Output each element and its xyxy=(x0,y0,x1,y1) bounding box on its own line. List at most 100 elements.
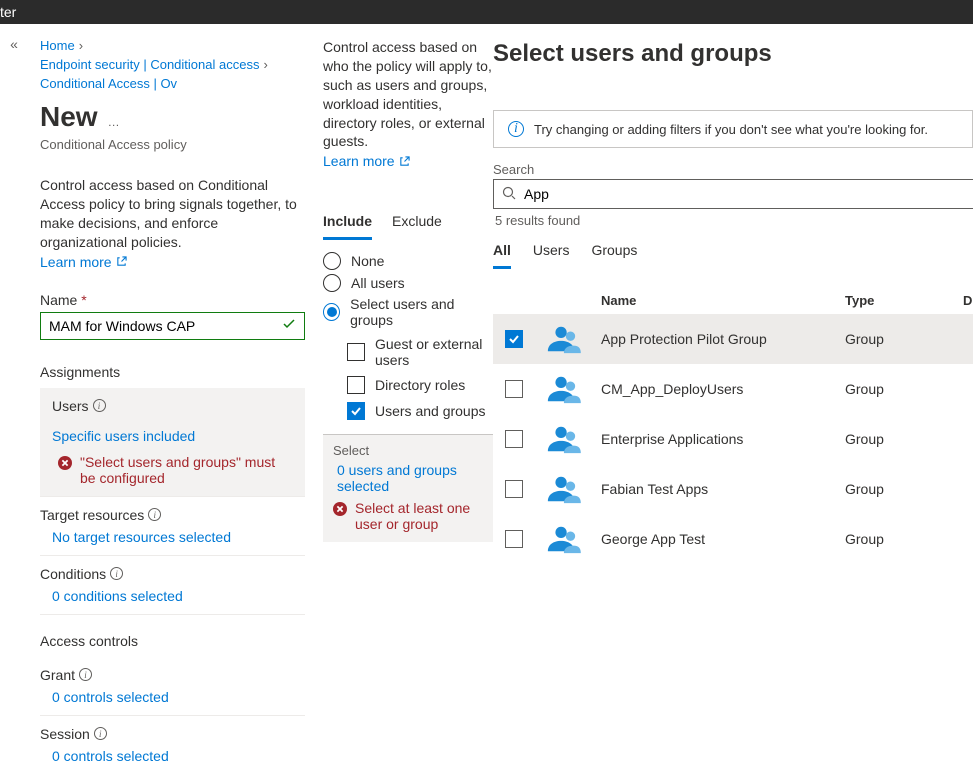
policy-name-input[interactable] xyxy=(49,318,274,334)
intro-text: Control access based on Conditional Acce… xyxy=(40,176,305,252)
app-topbar: ter xyxy=(0,0,973,24)
checkbox-icon-checked xyxy=(347,402,365,420)
name-input-wrapper[interactable] xyxy=(40,312,305,340)
row-checkbox[interactable] xyxy=(505,480,523,498)
filter-tab-groups[interactable]: Groups xyxy=(591,238,637,269)
conditions-label: Conditions xyxy=(40,566,106,582)
users-config-panel: Control access based on who the policy w… xyxy=(323,24,493,738)
group-icon xyxy=(543,523,581,555)
info-icon[interactable]: i xyxy=(94,727,107,740)
selected-users-link[interactable]: 0 users and groups selected xyxy=(333,462,483,494)
col-last[interactable]: D xyxy=(963,293,973,308)
table-row[interactable]: George App TestGroup xyxy=(493,514,973,564)
check-users-groups[interactable]: Users and groups xyxy=(323,402,493,420)
external-link-icon xyxy=(116,256,127,267)
col-name[interactable]: Name xyxy=(601,293,845,308)
panel-title: Select users and groups xyxy=(493,40,973,68)
row-name: CM_App_DeployUsers xyxy=(601,381,845,397)
group-icon xyxy=(543,423,581,455)
info-icon[interactable]: i xyxy=(79,668,92,681)
info-icon[interactable]: i xyxy=(110,567,123,580)
users-error: "Select users and groups" must be config… xyxy=(52,448,293,486)
breadcrumb-conditional-access[interactable]: Conditional Access | Ov xyxy=(40,76,177,91)
table-row[interactable]: App Protection Pilot GroupGroup xyxy=(493,314,973,364)
topbar-title-fragment: ter xyxy=(0,4,16,20)
page-title: New xyxy=(40,101,98,133)
include-exclude-tabs: Include Exclude xyxy=(323,209,493,240)
access-controls-heading: Access controls xyxy=(40,633,305,649)
row-checkbox[interactable] xyxy=(505,530,523,548)
policy-editor-panel: Home › Endpoint security | Conditional a… xyxy=(28,24,323,738)
group-icon xyxy=(543,473,581,505)
breadcrumb-endpoint-security[interactable]: Endpoint security | Conditional access xyxy=(40,57,259,72)
error-icon xyxy=(333,502,347,516)
page-subtitle: Conditional Access policy xyxy=(40,137,305,152)
row-checkbox[interactable] xyxy=(505,430,523,448)
table-row[interactable]: Enterprise ApplicationsGroup xyxy=(493,414,973,464)
info-icon[interactable]: i xyxy=(148,508,161,521)
select-error: Select at least one user or group xyxy=(333,494,483,532)
search-label: Search xyxy=(493,162,973,177)
error-icon xyxy=(58,456,72,470)
session-label: Session xyxy=(40,726,90,742)
group-icon xyxy=(543,373,581,405)
info-icon[interactable]: i xyxy=(93,399,106,412)
target-resources-link[interactable]: No target resources selected xyxy=(40,529,305,545)
radio-icon xyxy=(323,274,341,292)
select-users-groups-panel: Select users and groups i Try changing o… xyxy=(493,24,973,738)
select-label: Select xyxy=(333,443,483,458)
grant-label: Grant xyxy=(40,667,75,683)
group-icon xyxy=(543,323,581,355)
radio-icon xyxy=(323,252,341,270)
breadcrumb-home[interactable]: Home xyxy=(40,38,75,53)
grant-section[interactable]: Grant i 0 controls selected xyxy=(40,657,305,716)
check-guest-external[interactable]: Guest or external users xyxy=(323,336,493,368)
search-box[interactable] xyxy=(493,179,973,209)
learn-more-link[interactable]: Learn more xyxy=(40,254,127,270)
row-type: Group xyxy=(845,431,963,447)
row-checkbox[interactable] xyxy=(505,330,523,348)
info-banner: i Try changing or adding filters if you … xyxy=(493,110,973,148)
radio-none[interactable]: None xyxy=(323,252,493,270)
target-resources-label: Target resources xyxy=(40,507,144,523)
users-assignment-card[interactable]: Users i Specific users included "Select … xyxy=(40,388,305,497)
breadcrumb-sep: › xyxy=(263,57,267,72)
checkmark-icon xyxy=(282,317,296,334)
table-header: Name Type D xyxy=(493,287,973,314)
table-body: App Protection Pilot GroupGroupCM_App_De… xyxy=(493,314,973,564)
sidebar-collapse-toggle[interactable]: « xyxy=(0,24,28,738)
search-input[interactable] xyxy=(524,186,965,202)
radio-select-users-groups[interactable]: Select users and groups xyxy=(323,296,493,328)
row-type: Group xyxy=(845,331,963,347)
filter-tab-all[interactable]: All xyxy=(493,238,511,269)
target-resources-section[interactable]: Target resources i No target resources s… xyxy=(40,497,305,556)
row-type: Group xyxy=(845,481,963,497)
page-more-actions[interactable]: … xyxy=(108,115,120,129)
row-checkbox[interactable] xyxy=(505,380,523,398)
tab-include[interactable]: Include xyxy=(323,209,372,240)
row-name: George App Test xyxy=(601,531,845,547)
checkbox-icon xyxy=(347,343,365,361)
grant-link[interactable]: 0 controls selected xyxy=(40,689,305,705)
filter-tab-users[interactable]: Users xyxy=(533,238,570,269)
check-directory-roles[interactable]: Directory roles xyxy=(323,376,493,394)
breadcrumb-sep: › xyxy=(79,38,83,53)
conditions-section[interactable]: Conditions i 0 conditions selected xyxy=(40,556,305,615)
tab-exclude[interactable]: Exclude xyxy=(392,209,442,240)
conditions-link[interactable]: 0 conditions selected xyxy=(40,588,305,604)
search-icon xyxy=(502,186,516,203)
chevron-double-left-icon: « xyxy=(10,36,18,52)
filter-tabs: All Users Groups xyxy=(493,238,973,269)
mid-learn-more-link[interactable]: Learn more xyxy=(323,153,410,169)
checkbox-icon xyxy=(347,376,365,394)
info-icon: i xyxy=(508,121,524,137)
users-summary-link[interactable]: Specific users included xyxy=(52,424,195,448)
table-row[interactable]: CM_App_DeployUsersGroup xyxy=(493,364,973,414)
session-section[interactable]: Session i 0 controls selected xyxy=(40,716,305,774)
row-name: App Protection Pilot Group xyxy=(601,331,845,347)
table-row[interactable]: Fabian Test AppsGroup xyxy=(493,464,973,514)
radio-all-users[interactable]: All users xyxy=(323,274,493,292)
select-summary-block: Select 0 users and groups selected Selec… xyxy=(323,435,493,542)
session-link[interactable]: 0 controls selected xyxy=(40,748,305,764)
col-type[interactable]: Type xyxy=(845,293,963,308)
